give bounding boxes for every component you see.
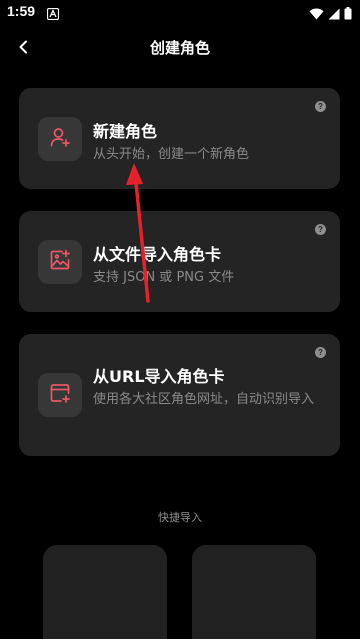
browser-add-icon — [49, 382, 71, 408]
card-icon-tile — [38, 240, 82, 284]
import-url-card[interactable]: 从URL导入角色卡 使用各大社区角色网址，自动识别导入 ? — [19, 334, 340, 456]
image-add-icon — [49, 249, 71, 275]
battery-icon — [344, 5, 352, 24]
card-subtitle: 使用各大社区角色网址，自动识别导入 — [93, 392, 315, 407]
card-subtitle: 从头开始，创建一个新角色 — [93, 147, 250, 162]
help-icon[interactable]: ? — [315, 347, 326, 358]
page-title: 创建角色 — [149, 39, 210, 57]
help-icon[interactable]: ? — [315, 101, 326, 112]
new-character-card[interactable]: 新建角色 从头开始，创建一个新角色 ? — [19, 88, 340, 189]
import-file-card[interactable]: 从文件导入角色卡 支持 JSON 或 PNG 文件 ? — [19, 211, 340, 312]
quick-import-tile[interactable] — [192, 545, 316, 639]
card-icon-tile — [38, 117, 82, 161]
status-time: 1:59 — [7, 3, 36, 19]
card-title: 从URL导入角色卡 — [93, 367, 225, 386]
quick-import-label: 快捷导入 — [158, 511, 202, 524]
person-add-icon — [49, 126, 71, 152]
card-title: 从文件导入角色卡 — [93, 245, 222, 264]
status-bar: 1:59 — [0, 0, 360, 24]
cell-signal-icon — [328, 5, 340, 24]
card-title: 新建角色 — [93, 122, 158, 141]
app-notification-icon — [46, 5, 60, 21]
app-header: 创建角色 — [0, 26, 360, 70]
wifi-icon — [309, 5, 324, 24]
help-icon[interactable]: ? — [315, 224, 326, 235]
card-subtitle: 支持 JSON 或 PNG 文件 — [93, 270, 235, 285]
card-icon-tile — [38, 373, 82, 417]
quick-import-tile[interactable] — [43, 545, 167, 639]
